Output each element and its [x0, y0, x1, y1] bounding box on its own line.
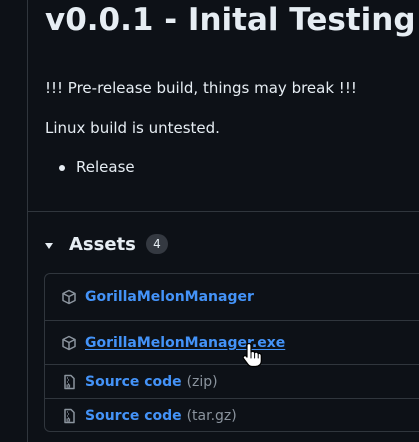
asset-link-gorillamelonmanager-exe[interactable]: GorillaMelonManager.exe — [85, 334, 285, 352]
asset-format-zip: (zip) — [186, 374, 218, 390]
asset-row-source-targz: Source code (tar.gz) — [45, 398, 419, 431]
release-card: v0.0.1 - Inital Testing Re !!! Pre-relea… — [28, 0, 419, 442]
assets-heading: Assets — [69, 233, 136, 255]
asset-row-source-zip: Source code (zip) — [45, 364, 419, 399]
asset-format-targz: (tar.gz) — [186, 408, 237, 424]
assets-count-badge: 4 — [145, 234, 168, 254]
asset-name-source-code-zip: Source code — [85, 374, 182, 390]
asset-link-source-code-targz[interactable]: Source code (tar.gz) — [85, 407, 237, 425]
triangle-down-icon — [45, 243, 53, 249]
package-icon — [62, 335, 76, 351]
asset-link-source-code-zip[interactable]: Source code (zip) — [85, 373, 218, 391]
asset-row-gorillamelonmanager: GorillaMelonManager — [45, 274, 419, 320]
assets-list: GorillaMelonManager GorillaMelonManager.… — [44, 273, 419, 432]
release-note-warning: !!! Pre-release build, things may break … — [45, 79, 357, 97]
release-note-linux: Linux build is untested. — [45, 119, 220, 137]
release-bullet-item: Release — [58, 157, 135, 177]
left-rail — [0, 0, 28, 442]
section-divider — [28, 211, 419, 212]
asset-name-source-code-targz: Source code — [85, 408, 182, 424]
release-title: v0.0.1 - Inital Testing Re — [45, 2, 419, 38]
asset-link-gorillamelonmanager[interactable]: GorillaMelonManager — [85, 288, 254, 306]
package-icon — [62, 289, 76, 305]
asset-row-gorillamelonmanager-exe: GorillaMelonManager.exe — [45, 320, 419, 365]
file-zip-icon — [64, 374, 75, 390]
release-page: v0.0.1 - Inital Testing Re !!! Pre-relea… — [0, 0, 419, 442]
file-zip-icon — [64, 408, 75, 424]
assets-toggle[interactable]: Assets 4 — [44, 231, 168, 257]
release-bullet-list: Release — [58, 157, 135, 177]
